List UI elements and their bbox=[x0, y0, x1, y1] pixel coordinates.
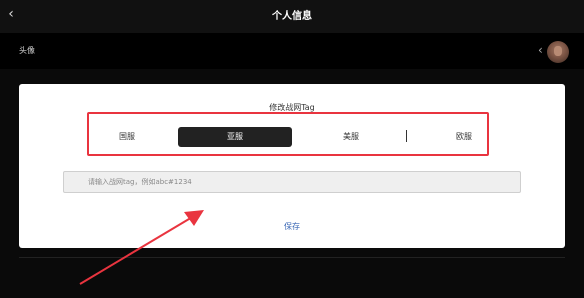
pointer-arrow bbox=[79, 210, 204, 285]
